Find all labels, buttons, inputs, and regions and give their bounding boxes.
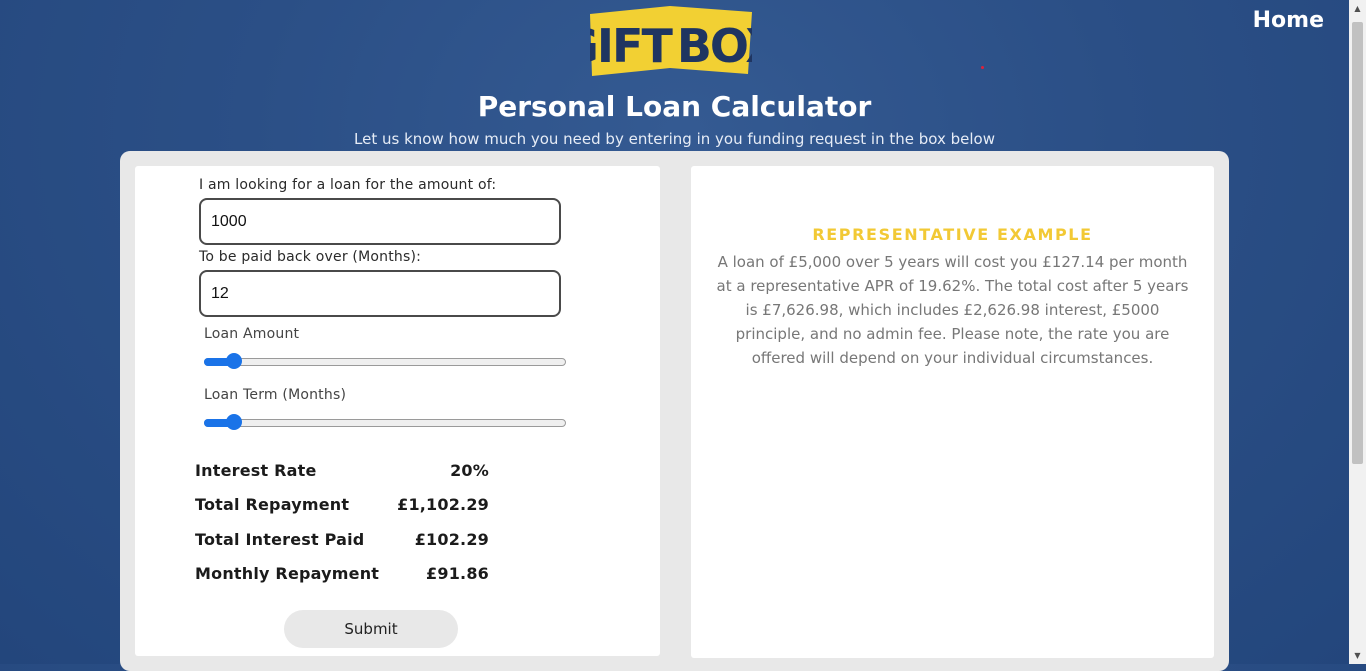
stat-value: £1,102.29 [397, 495, 489, 514]
scroll-down-arrow-icon[interactable]: ▼ [1349, 647, 1366, 664]
loan-amount-slider-label: Loan Amount [204, 326, 300, 342]
slider-thumb[interactable] [225, 414, 242, 430]
total-repayment-row: Total Repayment £1,102.29 [195, 495, 489, 517]
loan-amount-slider[interactable] [204, 352, 566, 372]
representative-example-text: A loan of £5,000 over 5 years will cost … [716, 253, 1189, 367]
interest-rate-row: Interest Rate 20% [195, 461, 489, 483]
slider-track [204, 358, 566, 366]
stat-value: 20% [450, 461, 489, 480]
loan-amount-input[interactable] [199, 198, 561, 245]
total-interest-row: Total Interest Paid £102.29 [195, 530, 489, 552]
stat-label: Total Interest Paid [195, 530, 365, 549]
scrollbar-thumb[interactable] [1352, 22, 1363, 464]
red-dot-marker [981, 66, 984, 69]
loan-term-label: To be paid back over (Months): [199, 249, 422, 265]
home-link[interactable]: Home [1253, 8, 1324, 33]
slider-track [204, 419, 566, 427]
stat-value: £102.29 [414, 530, 489, 549]
slider-thumb[interactable] [225, 353, 242, 369]
stat-label: Total Repayment [195, 495, 350, 514]
stat-label: Interest Rate [195, 461, 317, 480]
page-scrollbar[interactable]: ▲ ▼ [1349, 0, 1366, 664]
stat-value: £91.86 [426, 564, 489, 583]
page-subtitle: Let us know how much you need by enterin… [354, 130, 995, 148]
scroll-up-arrow-icon[interactable]: ▲ [1349, 0, 1366, 17]
loan-term-slider-label: Loan Term (Months) [204, 387, 347, 403]
representative-example-heading: REPRESENTATIVE EXAMPLE [812, 225, 1093, 244]
loan-amount-label: I am looking for a loan for the amount o… [199, 177, 497, 193]
page-title: Personal Loan Calculator [477, 90, 872, 123]
loan-term-slider[interactable] [204, 413, 566, 433]
logo-graphic: GIFTBOX [590, 6, 752, 76]
giftbox-logo[interactable]: GIFTBOX [590, 6, 752, 76]
loan-term-input[interactable] [199, 270, 561, 317]
stat-label: Monthly Repayment [195, 564, 380, 583]
monthly-repayment-row: Monthly Repayment £91.86 [195, 564, 489, 586]
submit-button[interactable]: Submit [284, 610, 458, 648]
